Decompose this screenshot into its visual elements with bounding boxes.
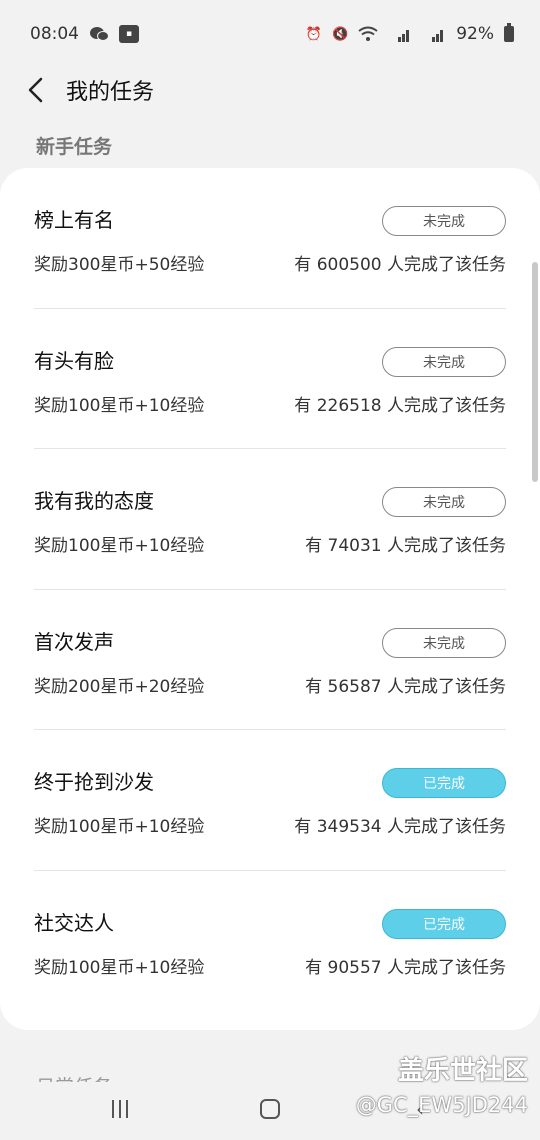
task-status-button[interactable]: 未完成 xyxy=(382,487,506,517)
page-title: 我的任务 xyxy=(66,80,155,105)
task-name: 榜上有名 xyxy=(34,208,114,232)
task-item: 首次发声 未完成 奖励200星币+20经验 有 56587 人完成了该任务 xyxy=(34,590,506,730)
signal-4g-icon xyxy=(388,26,412,42)
task-reward: 奖励200星币+20经验 xyxy=(34,676,205,697)
task-name: 有头有脸 xyxy=(34,348,114,373)
task-item: 我有我的态度 未完成 奖励100星币+10经验 有 74031 人完成了该任务 xyxy=(34,449,506,590)
watermark-user: @GC_EW5JD244 xyxy=(355,1093,528,1117)
battery-icon xyxy=(504,23,514,42)
task-name: 首次发声 xyxy=(34,629,114,654)
status-left: 08:04 ▪ xyxy=(30,24,139,44)
task-name: 社交达人 xyxy=(34,910,114,935)
scrollbar[interactable] xyxy=(532,262,538,482)
recents-icon xyxy=(112,1100,128,1118)
task-name: 我有我的态度 xyxy=(34,489,154,513)
task-reward: 奖励100星币+10经验 xyxy=(34,957,205,978)
task-count: 有 226518 人完成了该任务 xyxy=(294,395,506,416)
watermark-brand: 盖乐世社区 xyxy=(397,1056,528,1086)
back-button[interactable] xyxy=(18,70,52,110)
status-time: 08:04 xyxy=(30,24,79,44)
status-bar: 08:04 ▪ ⏰ 🔇 92% xyxy=(0,0,540,68)
task-item: 有头有脸 未完成 奖励100星币+10经验 有 226518 人完成了该任务 xyxy=(34,309,506,449)
task-list-card: 榜上有名 未完成 奖励300星币+50经验 有 600500 人完成了该任务 有… xyxy=(0,168,540,1030)
task-count: 有 74031 人完成了该任务 xyxy=(305,536,506,556)
home-icon xyxy=(260,1099,280,1119)
task-count: 有 56587 人完成了该任务 xyxy=(305,676,506,697)
task-reward: 奖励100星币+10经验 xyxy=(34,817,205,837)
task-status-button[interactable]: 已完成 xyxy=(382,908,506,939)
task-reward: 奖励100星币+10经验 xyxy=(34,395,205,416)
task-reward: 奖励100星币+10经验 xyxy=(34,536,205,556)
watermark: 盖乐世社区 @GC_EW5JD244 xyxy=(356,1050,528,1117)
chevron-left-icon xyxy=(28,77,43,103)
wifi-icon xyxy=(358,26,378,42)
signal-4g-icon xyxy=(422,26,446,42)
task-item: 榜上有名 未完成 奖励300星币+50经验 有 600500 人完成了该任务 xyxy=(34,168,506,309)
status-right: ⏰ 🔇 92% xyxy=(305,23,514,44)
task-item: 社交达人 已完成 奖励100星币+10经验 有 90557 人完成了该任务 xyxy=(34,871,506,1012)
header: 我的任务 xyxy=(0,68,540,112)
task-status-button[interactable]: 未完成 xyxy=(382,206,506,236)
app-badge-icon: ▪ xyxy=(119,25,139,43)
mute-icon: 🔇 xyxy=(332,26,349,42)
section-title: 新手任务 xyxy=(36,136,113,158)
task-count: 有 349534 人完成了该任务 xyxy=(294,817,506,837)
task-item: 终于抢到沙发 已完成 奖励100星币+10经验 有 349534 人完成了该任务 xyxy=(34,730,506,871)
home-button[interactable] xyxy=(250,1089,290,1129)
task-reward: 奖励300星币+50经验 xyxy=(34,255,205,275)
task-status-button[interactable]: 未完成 xyxy=(382,346,506,377)
alarm-icon: ⏰ xyxy=(305,26,323,42)
task-name: 终于抢到沙发 xyxy=(34,770,154,794)
battery-text: 92% xyxy=(456,24,494,44)
recents-button[interactable] xyxy=(100,1089,140,1129)
task-status-button[interactable]: 已完成 xyxy=(382,768,506,798)
task-status-button[interactable]: 未完成 xyxy=(382,627,506,658)
task-count: 有 90557 人完成了该任务 xyxy=(305,957,506,978)
task-count: 有 600500 人完成了该任务 xyxy=(294,255,506,275)
wechat-icon xyxy=(89,25,109,43)
